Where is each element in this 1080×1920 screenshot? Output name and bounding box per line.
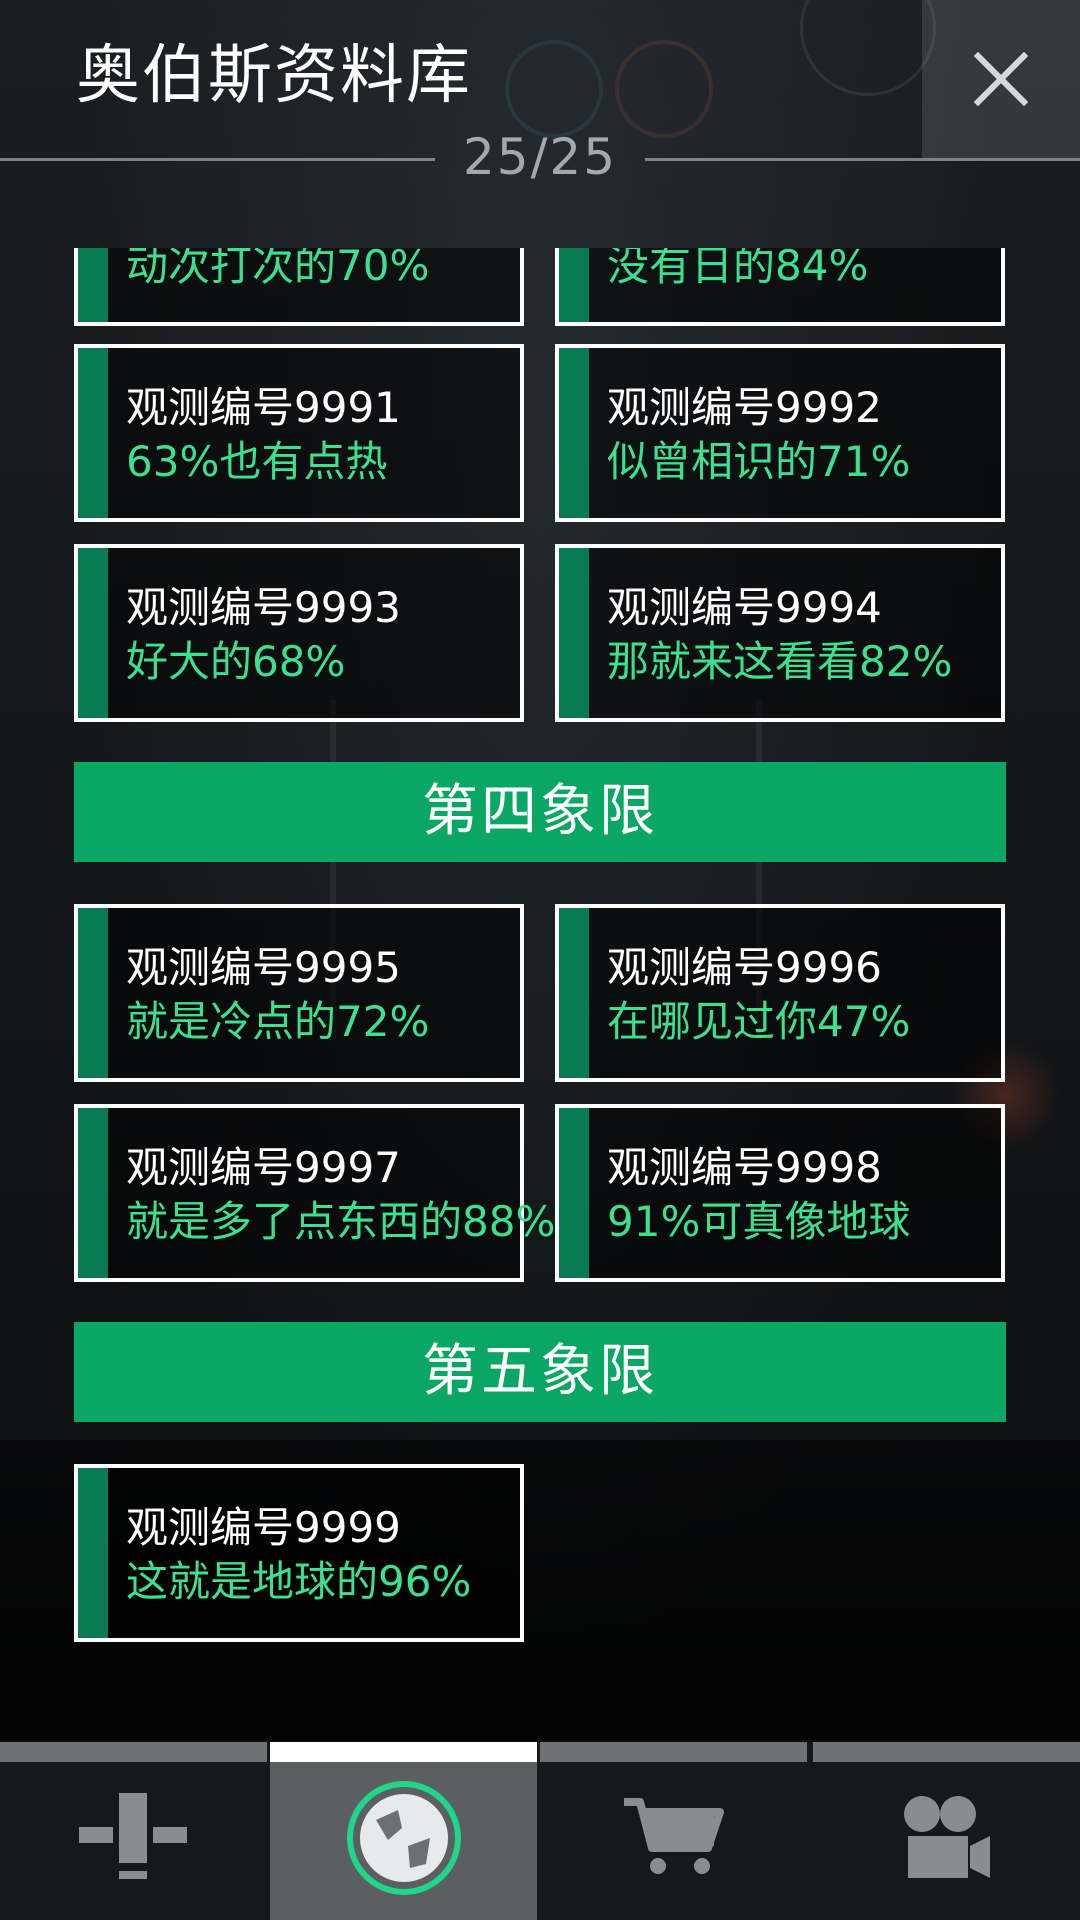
- record-description: 没有日的84%: [607, 248, 869, 290]
- card-stripe: [78, 1108, 108, 1278]
- nav-tab-indicator: [540, 1742, 807, 1762]
- record-card[interactable]: 观测编号9993 好大的68%: [74, 544, 524, 722]
- record-code: 观测编号9999: [126, 1503, 401, 1552]
- record-card[interactable]: 观测编号9996 在哪见过你47%: [555, 904, 1005, 1082]
- video-camera-icon: [903, 1796, 990, 1878]
- record-description: 好大的68%: [126, 637, 346, 686]
- record-code: 观测编号9995: [126, 943, 401, 992]
- card-stripe: [559, 908, 589, 1078]
- record-description: 这就是地球的96%: [126, 1557, 472, 1606]
- card-stripe: [78, 1468, 108, 1638]
- section-header-quadrant-4: 第四象限: [74, 762, 1006, 862]
- tools-icon: [78, 1793, 187, 1879]
- header-divider: [645, 158, 1080, 161]
- planet-icon: [346, 1781, 461, 1895]
- record-card[interactable]: 观测编号9992 似曾相识的71%: [555, 344, 1005, 522]
- card-stripe: [559, 1108, 589, 1278]
- card-stripe: [78, 908, 108, 1078]
- nav-tab-planet[interactable]: [270, 1742, 537, 1920]
- cart-icon: [623, 1798, 724, 1874]
- card-stripe: [78, 548, 108, 718]
- header-divider: [0, 158, 435, 161]
- record-description: 就是多了点东西的88%: [126, 1197, 556, 1246]
- card-stripe: [78, 248, 108, 322]
- page-counter: 25/25: [462, 128, 618, 186]
- record-card[interactable]: 观测编号9999 这就是地球的96%: [74, 1464, 524, 1642]
- record-card[interactable]: 观测编号9998 91%可真像地球: [555, 1104, 1005, 1282]
- record-card[interactable]: 没有日的84%: [555, 248, 1005, 326]
- record-description: 似曾相识的71%: [607, 437, 911, 486]
- header: 奥伯斯资料库 25/25: [0, 0, 1080, 186]
- app-screen: 奥伯斯资料库 25/25 动次打次的70% 没有日的84% 观测编号9991 6…: [0, 0, 1080, 1920]
- record-card[interactable]: 观测编号9994 那就来这看看82%: [555, 544, 1005, 722]
- record-code: 观测编号9992: [607, 383, 882, 432]
- nav-tab-video[interactable]: [813, 1742, 1080, 1920]
- nav-tab-shop[interactable]: [540, 1742, 807, 1920]
- section-header-quadrant-5: 第五象限: [74, 1322, 1006, 1422]
- record-code: 观测编号9993: [126, 583, 401, 632]
- record-card[interactable]: 观测编号9997 就是多了点东西的88%: [74, 1104, 555, 1282]
- bottom-nav: [0, 1742, 1080, 1920]
- nav-tab-indicator: [813, 1742, 1080, 1762]
- nav-tab-indicator: [0, 1742, 267, 1762]
- record-description: 那就来这看看82%: [607, 637, 953, 686]
- record-description: 91%可真像地球: [607, 1197, 911, 1246]
- record-card[interactable]: 动次打次的70%: [74, 248, 524, 326]
- close-icon: [974, 52, 1028, 106]
- record-code: 观测编号9996: [607, 943, 882, 992]
- record-code: 观测编号9997: [126, 1143, 401, 1192]
- record-description: 63%也有点热: [126, 437, 388, 486]
- close-button[interactable]: [922, 0, 1080, 158]
- nav-tab-tools[interactable]: [0, 1742, 267, 1920]
- record-description: 在哪见过你47%: [607, 997, 911, 1046]
- nav-tab-indicator: [270, 1742, 537, 1762]
- record-description: 就是冷点的72%: [126, 997, 430, 1046]
- record-code: 观测编号9991: [126, 383, 401, 432]
- card-stripe: [559, 348, 589, 518]
- record-code: 观测编号9998: [607, 1143, 882, 1192]
- record-list[interactable]: 动次打次的70% 没有日的84% 观测编号9991 63%也有点热 观测编号99…: [0, 248, 1080, 1728]
- record-code: 观测编号9994: [607, 583, 882, 632]
- record-description: 动次打次的70%: [126, 248, 430, 290]
- card-stripe: [78, 348, 108, 518]
- card-stripe: [559, 548, 589, 718]
- card-stripe: [559, 248, 589, 322]
- page-title: 奥伯斯资料库: [76, 39, 472, 113]
- record-card[interactable]: 观测编号9995 就是冷点的72%: [74, 904, 524, 1082]
- record-card[interactable]: 观测编号9991 63%也有点热: [74, 344, 524, 522]
